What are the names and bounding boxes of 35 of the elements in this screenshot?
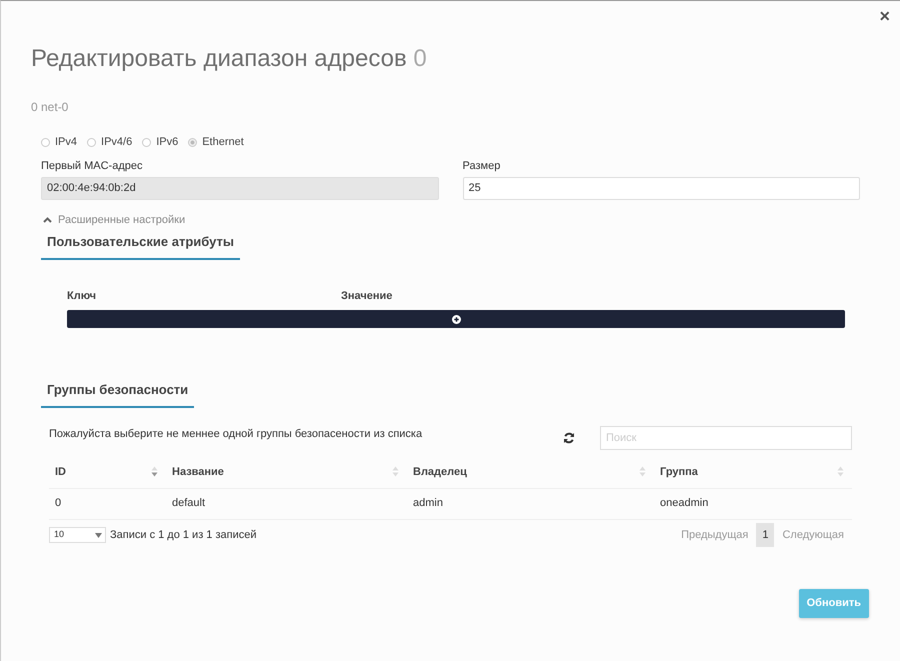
- close-button[interactable]: ×: [879, 7, 890, 25]
- column-header: Ключ: [67, 288, 98, 304]
- sort-icon: [151, 466, 158, 477]
- page-length-select[interactable]: 10: [49, 527, 106, 544]
- address-type-radio[interactable]: IPv4/6: [87, 134, 132, 150]
- column-header[interactable]: Группа: [654, 456, 852, 489]
- column-header[interactable]: Владелец: [407, 456, 654, 489]
- records-info: Записи с 1 до 1 из 1 записей: [110, 528, 258, 543]
- table-cell: default: [166, 488, 407, 520]
- plus-icon: [452, 314, 460, 324]
- sort-icon: [837, 466, 844, 477]
- field-label: Размер: [462, 159, 502, 174]
- address-type-radio[interactable]: IPv4: [41, 134, 78, 150]
- chevron-icon: [43, 217, 52, 224]
- address-type-radio[interactable]: Ethernet: [188, 134, 244, 150]
- input-field[interactable]: 25: [462, 176, 860, 200]
- table-cell: admin: [407, 488, 654, 520]
- network-subtitle: 0 net-0: [31, 98, 70, 116]
- caret-icon: [95, 532, 102, 538]
- pagination-button[interactable]: 1: [756, 522, 774, 548]
- table-cell: oneadmin: [654, 488, 852, 520]
- sort-icon: [392, 466, 399, 477]
- table-cell: 0: [49, 488, 166, 520]
- column-header[interactable]: ID: [49, 456, 166, 489]
- add-attribute-button[interactable]: [67, 310, 845, 328]
- column-header[interactable]: Название: [166, 456, 407, 489]
- address-type-radio[interactable]: IPv6: [142, 134, 178, 150]
- section-heading: Группы безопасности: [41, 380, 194, 408]
- sort-icon: [639, 466, 646, 477]
- instruction-text: Пожалуйста выберите не меннее одной группы безопасености из списка: [49, 426, 424, 442]
- refresh-icon[interactable]: [563, 432, 575, 444]
- section-heading: Пользовательские атрибуты: [41, 232, 240, 260]
- field-label: Первый MAC-адрес: [41, 159, 144, 174]
- column-header: Значение: [341, 288, 392, 304]
- dialog-title: Редактировать диапазон адресов 0: [31, 45, 428, 74]
